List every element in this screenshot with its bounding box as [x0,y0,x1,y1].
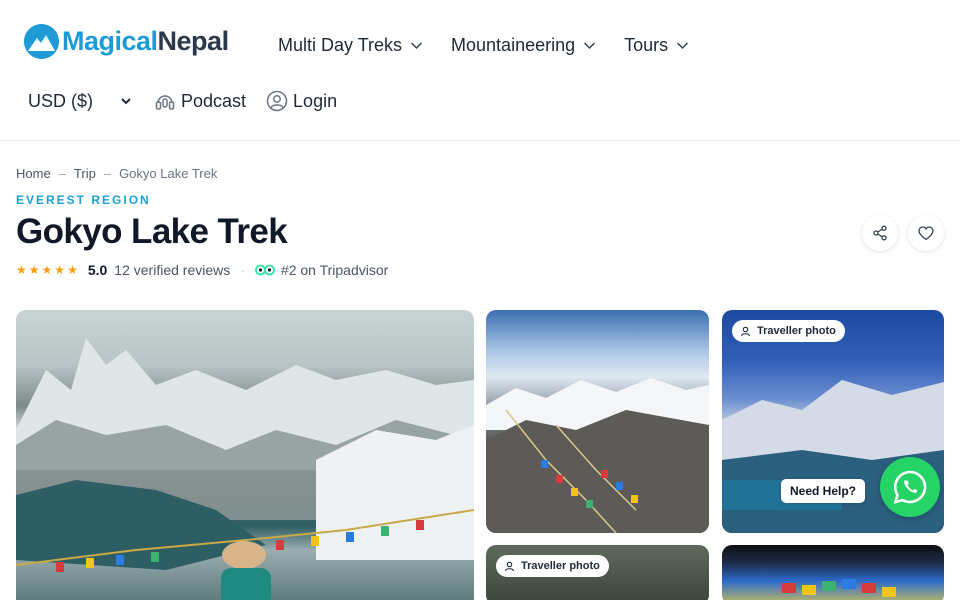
login-label: Login [293,90,338,111]
whatsapp-icon [893,470,927,504]
site-header: MagicalNepal Multi Day Treks Mountaineer… [0,0,960,141]
currency-label: USD ($) [28,90,94,111]
star-icon: ★ [54,263,66,277]
traveller-photo-badge: Traveller photo [732,320,845,342]
breadcrumb-home[interactable]: Home [16,166,51,181]
mountain-logo-icon [24,24,59,59]
nav-tours[interactable]: Tours [624,32,689,58]
site-logo[interactable]: MagicalNepal [24,24,229,59]
trip-region[interactable]: EVEREST REGION [16,193,151,207]
review-count[interactable]: 12 verified reviews [114,262,230,278]
traveller-photo-badge: Traveller photo [496,555,609,577]
prayer-flags-sky-image [782,579,896,597]
share-button[interactable] [862,215,898,251]
star-rating: ★ ★ ★ ★ ★ [16,263,80,277]
breadcrumb-separator: – [58,166,66,181]
user-icon [504,561,515,571]
nav-mountaineering[interactable]: Mountaineering [451,32,596,58]
podcast-label: Podcast [181,90,247,111]
tripadvisor-rank[interactable]: #2 on Tripadvisor [281,262,388,278]
login-link[interactable]: Login [266,90,337,112]
main-nav: Multi Day Treks Mountaineering Tours [278,32,717,58]
currency-selector[interactable]: USD ($) [28,91,132,112]
prayer-flags-image [486,378,709,533]
whatsapp-button[interactable] [880,457,940,517]
gallery-photo-4[interactable]: Traveller photo [486,545,709,600]
need-help-label[interactable]: Need Help? [781,479,866,503]
mountain-landscape-image [16,338,474,600]
podcast-icon [155,95,175,110]
gallery-photo-5[interactable] [722,545,944,600]
podcast-link[interactable]: Podcast [154,91,246,112]
breadcrumb-trip[interactable]: Trip [74,166,96,181]
rating-row: ★ ★ ★ ★ ★ 5.0 12 verified reviews · #2 o… [16,262,388,278]
utility-nav: USD ($) Podcast Login [28,90,357,112]
logo-text-part1: Magical [62,26,158,56]
dot-separator: · [240,262,245,278]
nav-label: Multi Day Treks [278,34,403,55]
gallery-photo-main[interactable] [16,310,474,600]
favorite-button[interactable] [908,215,944,251]
share-icon [873,225,887,241]
breadcrumb-current: Gokyo Lake Trek [119,166,218,181]
rating-score: 5.0 [87,262,108,278]
star-icon: ★ [28,263,40,277]
badge-label: Traveller photo [757,325,836,337]
star-icon: ★ [41,263,53,277]
breadcrumb-separator: – [103,166,112,181]
chevron-down-icon [677,41,689,49]
chevron-down-icon [584,41,596,49]
gallery-photo-2[interactable] [486,310,709,533]
page-title: Gokyo Lake Trek [16,212,288,251]
heart-icon [918,225,934,240]
nav-multi-day-treks[interactable]: Multi Day Treks [278,32,423,58]
user-circle-icon [266,90,288,112]
nav-label: Mountaineering [451,34,576,55]
nav-label: Tours [624,34,669,55]
logo-text-part2: Nepal [157,26,230,56]
user-icon [740,326,751,336]
star-icon: ★ [67,263,78,277]
chevron-down-icon [121,98,131,105]
chevron-down-icon [411,41,423,49]
tripadvisor-icon [255,264,275,276]
logo-wordmark: MagicalNepal [62,26,229,57]
badge-label: Traveller photo [521,560,600,572]
star-icon: ★ [16,263,27,277]
breadcrumb: Home – Trip – Gokyo Lake Trek [16,166,217,181]
